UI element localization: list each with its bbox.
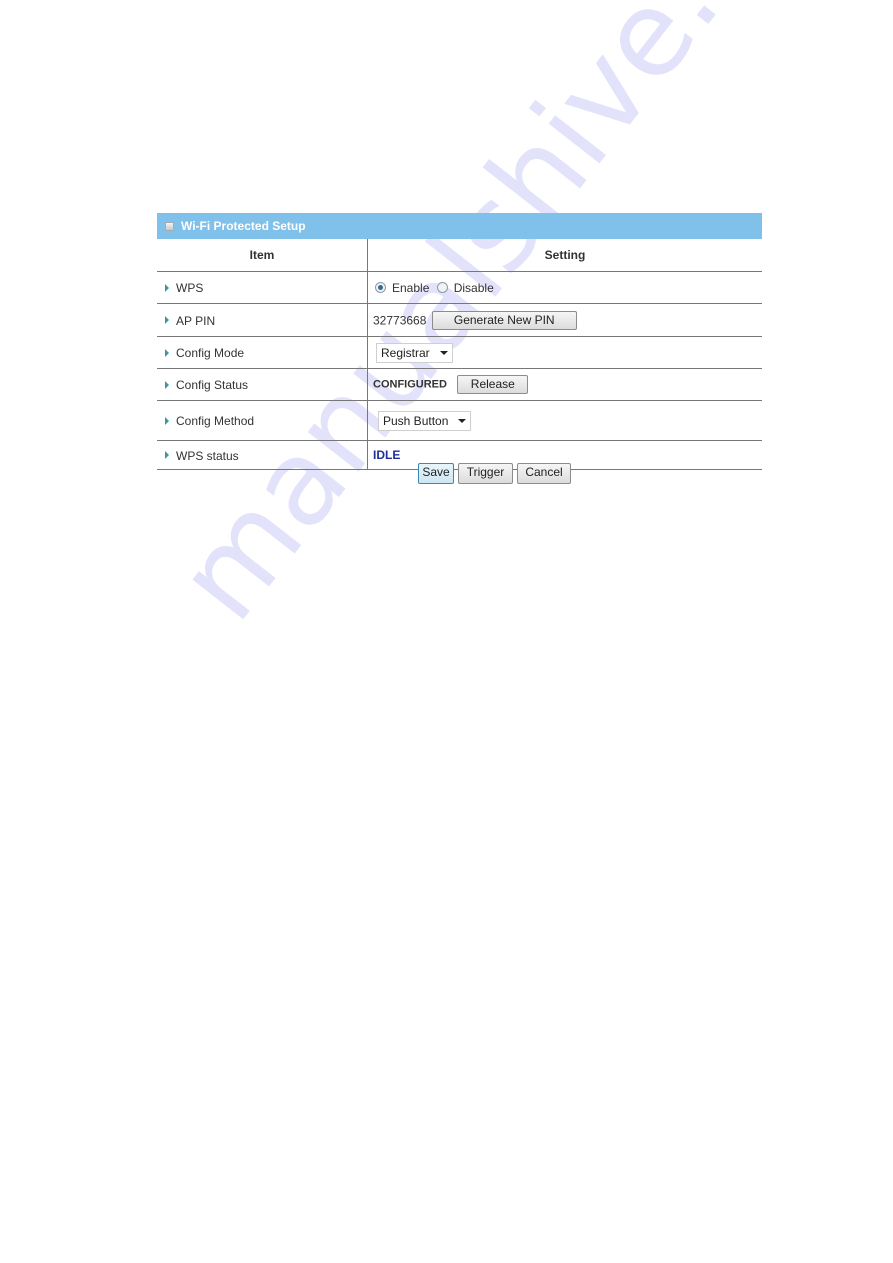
table-row: Config Status CONFIGURED Release — [157, 368, 762, 401]
table-row: Config Method Push Button — [157, 400, 762, 441]
release-button[interactable]: Release — [457, 375, 529, 394]
panel-title: Wi-Fi Protected Setup — [181, 219, 306, 233]
chevron-down-icon — [458, 419, 467, 424]
wps-disable-radio[interactable] — [436, 282, 448, 294]
ap-pin-value: 32773668 — [373, 313, 427, 327]
arrow-right-icon — [165, 380, 169, 389]
wps-status-value: IDLE — [373, 448, 401, 462]
row-label-wps: WPS — [176, 280, 204, 295]
config-mode-value: Registrar — [381, 345, 430, 360]
row-label-config-status: Config Status — [176, 377, 249, 392]
config-status-value: CONFIGURED — [373, 378, 447, 391]
row-label-ap-pin: AP PIN — [176, 313, 216, 328]
row-label-config-mode: Config Mode — [176, 345, 245, 360]
generate-new-pin-button[interactable]: Generate New PIN — [431, 310, 577, 330]
column-header-setting: Setting — [367, 239, 762, 272]
wps-panel: Wi-Fi Protected Setup Item Setting WPS E… — [157, 213, 762, 470]
panel-header: Wi-Fi Protected Setup — [157, 213, 762, 239]
column-header-item: Item — [157, 239, 368, 272]
table-row: Config Mode Registrar — [157, 336, 762, 369]
cancel-button[interactable]: Cancel — [517, 463, 571, 484]
arrow-right-icon — [165, 283, 169, 292]
arrow-right-icon — [165, 416, 169, 425]
window-icon — [165, 221, 174, 231]
wps-enable-radio[interactable] — [375, 282, 386, 294]
arrow-right-icon — [165, 348, 169, 357]
config-mode-select[interactable]: Registrar — [376, 342, 453, 363]
config-method-select[interactable]: Push Button — [378, 410, 472, 431]
arrow-right-icon — [165, 451, 169, 460]
wps-disable-label: Disable — [453, 280, 494, 295]
wps-enable-label: Enable — [392, 280, 430, 295]
trigger-button[interactable]: Trigger — [458, 463, 513, 484]
row-label-wps-status: WPS status — [176, 448, 239, 463]
config-method-value: Push Button — [383, 413, 449, 428]
save-button[interactable]: Save — [418, 463, 454, 484]
table-row: AP PIN 32773668 Generate New PIN — [157, 303, 762, 337]
chevron-down-icon — [439, 351, 448, 356]
arrow-right-icon — [165, 316, 169, 325]
row-label-config-method: Config Method — [176, 413, 255, 428]
action-buttons: Save Trigger Cancel — [418, 463, 571, 484]
table-row: WPS Enable Disable — [157, 271, 762, 304]
settings-table: Item Setting WPS Enable Disable AP PIN 3… — [157, 239, 762, 470]
